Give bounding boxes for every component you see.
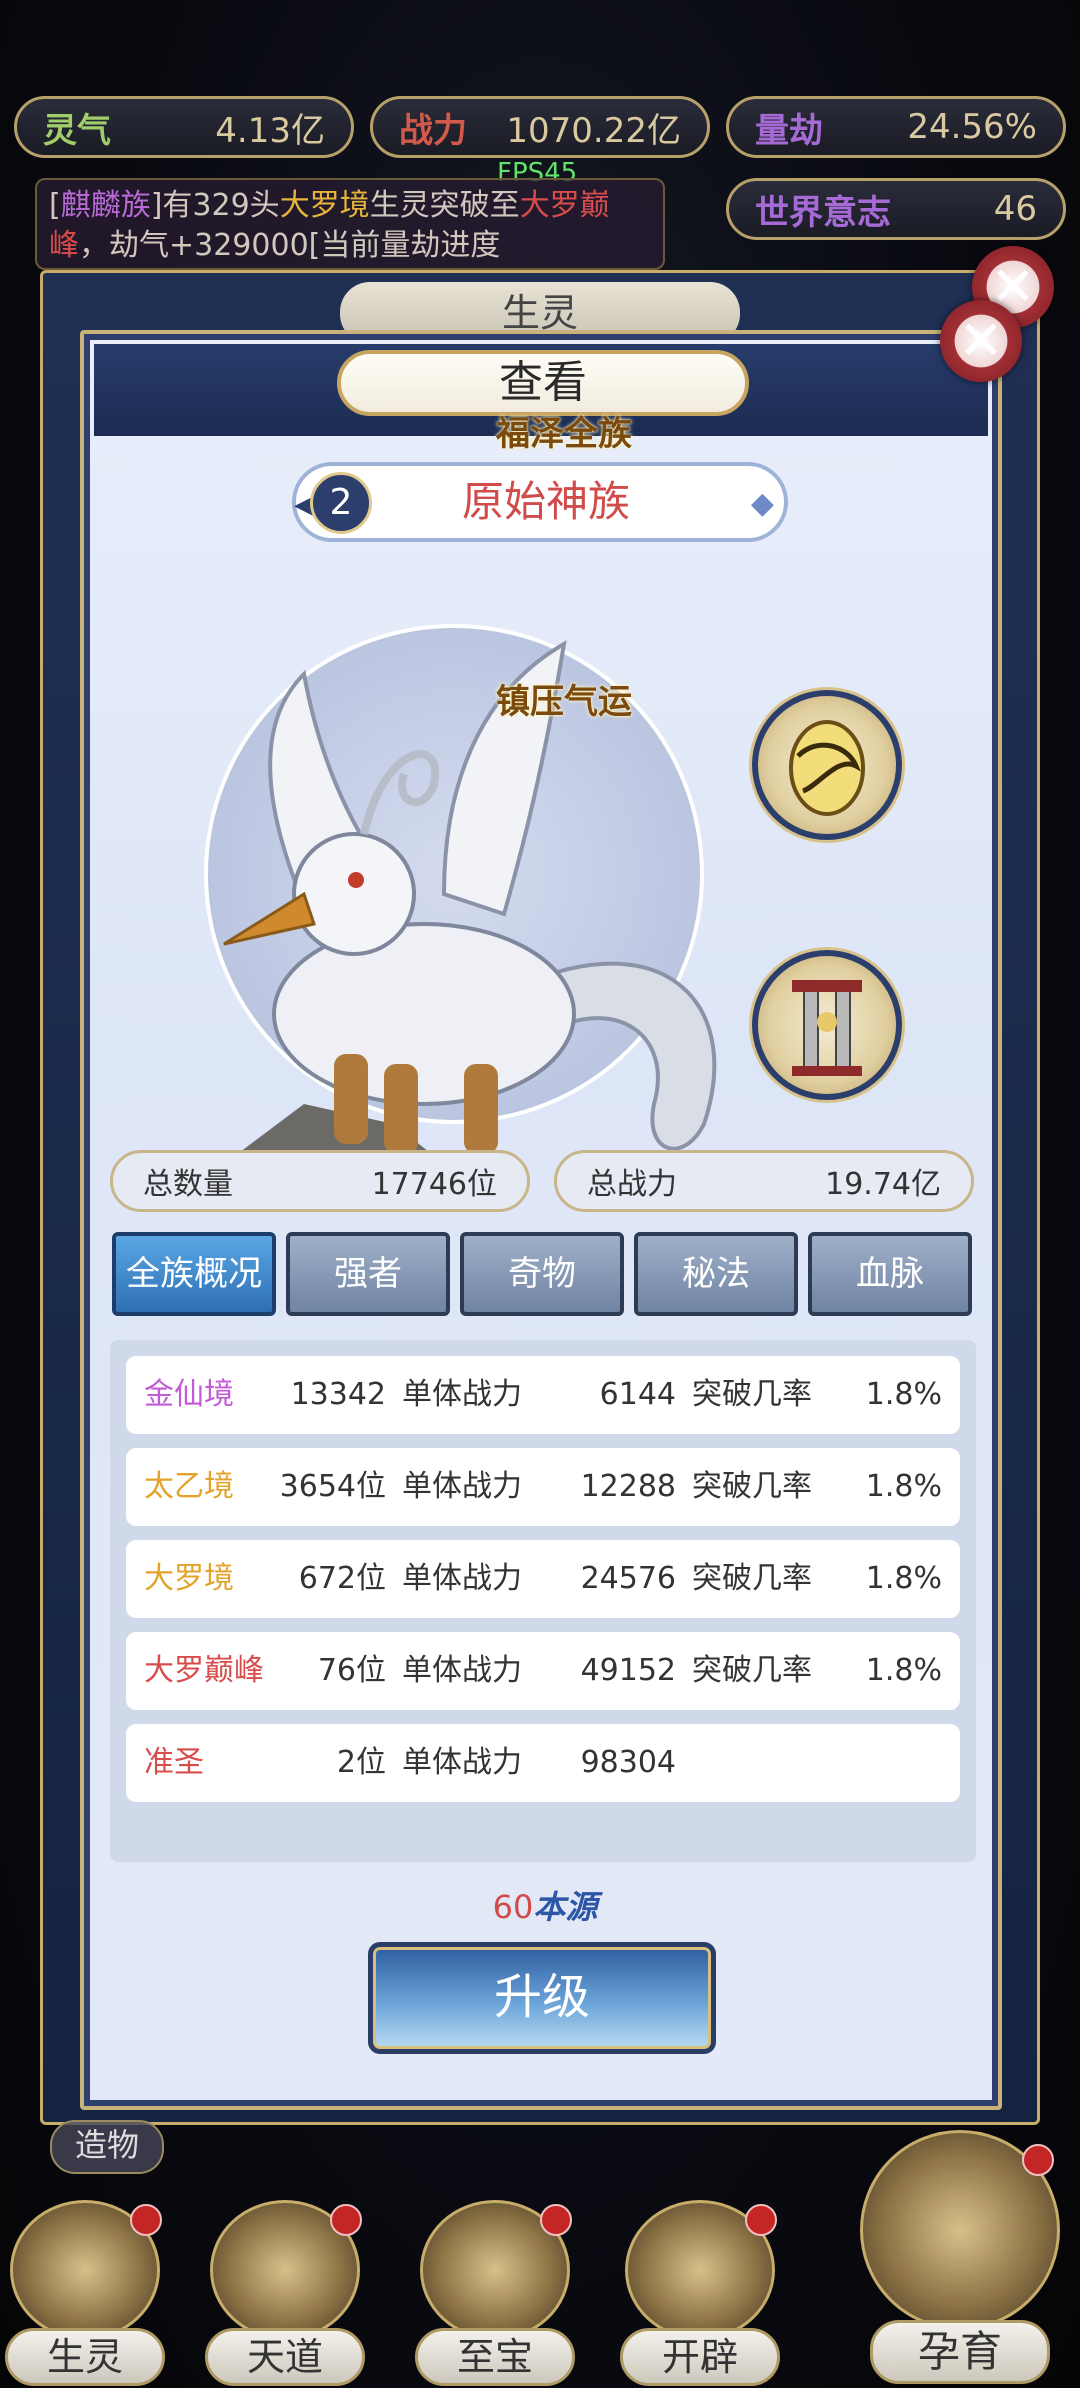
lingqi-label: 灵气 [43,110,111,151]
pillar-seal-glyph [792,980,862,1076]
row-rate: 1.8% [865,1377,942,1412]
badge-title-1: 福泽全族 [496,414,632,454]
nav-item-nurture[interactable]: 孕育 [850,2130,1070,2388]
cost-amount: 60 [492,1888,534,1926]
upgrade-button[interactable]: 升级 [368,1942,716,2054]
creature-portrait [144,564,764,1184]
race-name: 原始神族 [461,477,630,526]
row-power-label: 单体战力 [402,1469,522,1504]
row-power-label: 单体战力 [402,1561,522,1596]
table-row: 大罗巅峰 76位 单体战力 49152 突破几率 1.8% [126,1632,960,1710]
row-rate: 1.8% [865,1469,942,1504]
ticker-text-3: ，劫气+329000[当前量劫进度 [79,228,501,263]
nav-label: 至宝 [415,2328,575,2386]
row-power-label: 单体战力 [402,1377,522,1412]
row-power-label: 单体战力 [402,1745,522,1780]
total-power-value: 19.74亿 [825,1167,941,1202]
ticker-text-2: 生灵突破至 [369,188,520,223]
row-realm: 大罗境 [144,1561,234,1596]
race-index-badge: 2 [310,472,372,534]
upgrade-cost: 60本源 [84,1882,1006,1928]
total-count-pill: 总数量 17746位 [110,1150,530,1212]
total-power-label: 总战力 [587,1167,677,1202]
row-rate-label: 突破几率 [692,1469,812,1504]
badge-title-2: 镇压气运 [496,682,632,722]
golden-egg-icon[interactable] [752,690,902,840]
top-status-bar: 灵气 4.13亿 战力 1070.22亿 量劫 24.56% FPS45 世界意… [0,0,1080,300]
total-count-value: 17746位 [371,1167,497,1202]
golden-egg-glyph [789,720,865,816]
nav-item-treasure[interactable]: 至宝 [410,2200,580,2388]
notification-dot-icon [330,2204,362,2236]
close-icon[interactable]: ✕ [940,300,1022,382]
pillar-seal-icon[interactable] [752,950,902,1100]
table-row: 太乙境 3654位 单体战力 12288 突破几率 1.8% [126,1448,960,1526]
next-arrow-icon[interactable]: ◆ [751,486,774,521]
nav-label: 生灵 [5,2328,165,2386]
creation-side-tab[interactable]: 造物 [50,2120,164,2174]
row-power: 24576 [580,1561,676,1596]
cost-unit: 本源 [533,1888,598,1926]
table-row: 金仙境 13342位 单体战力 6144 突破几率 1.8% [126,1356,960,1490]
row-power: 49152 [580,1653,676,1688]
nav-label: 开辟 [620,2328,780,2386]
griffin-creature-icon [223,640,717,1164]
row-rate-label: 突破几率 [692,1561,812,1596]
zhanli-pill[interactable]: 战力 1070.22亿 [370,96,710,158]
tab-bloodline[interactable]: 血脉 [808,1232,972,1316]
liangjie-pill[interactable]: 量劫 24.56% [726,96,1066,158]
zhanli-label: 战力 [399,110,467,151]
nav-item-beings[interactable]: 生灵 [0,2200,170,2388]
nav-label: 天道 [205,2328,365,2386]
row-count: 3654位 [279,1469,386,1504]
row-realm: 金仙境 [144,1377,234,1412]
ticker-text-1: ]有329头 [150,188,280,223]
row-realm: 大罗巅峰 [144,1653,264,1688]
row-realm: 太乙境 [144,1469,234,1504]
table-row: 准圣 2位 单体战力 98304 [126,1724,960,1802]
row-count: 2位 [336,1745,386,1780]
ticker-realm: 大罗境 [279,188,370,223]
row-rate-label: 突破几率 [692,1653,812,1688]
info-tabs: 全族概况 强者 奇物 秘法 血脉 [112,1232,972,1320]
row-count: 672位 [298,1561,386,1596]
ticker-bracket: [ [49,188,61,223]
lingqi-value: 4.13亿 [215,110,325,151]
total-power-pill: 总战力 19.74亿 [554,1150,974,1212]
row-power-label: 单体战力 [402,1653,522,1688]
world-will-pill[interactable]: 世界意志 46 [726,178,1066,240]
row-rate: 1.8% [865,1653,942,1688]
notification-dot-icon [130,2204,162,2236]
world-will-label: 世界意志 [755,192,891,233]
view-dialog: 查看 ◀ 2 原始神族 ◆ 福泽全族 镇压气运 总数量 17746位 总战力 1… [80,330,1002,2110]
row-rate: 1.8% [865,1561,942,1596]
row-power: 12288 [580,1469,676,1504]
tab-secret-arts[interactable]: 秘法 [634,1232,798,1316]
tab-treasures[interactable]: 奇物 [460,1232,624,1316]
notification-dot-icon [1022,2144,1054,2176]
event-ticker: [麒麟族]有329头大罗境生灵突破至大罗巅峰，劫气+329000[当前量劫进度 [35,178,665,270]
race-selector[interactable]: ◀ 2 原始神族 ◆ [292,462,788,542]
zhanli-value: 1070.22亿 [506,110,681,151]
total-count-label: 总数量 [143,1167,233,1202]
row-count: 76位 [317,1653,386,1688]
row-rate-label: 突破几率 [692,1377,812,1412]
nav-item-create[interactable]: 开辟 [615,2200,785,2388]
table-row: 大罗境 672位 单体战力 24576 突破几率 1.8% [126,1540,960,1618]
notification-dot-icon [540,2204,572,2236]
liangjie-label: 量劫 [755,110,823,151]
liangjie-value: 24.56% [907,107,1037,147]
nav-label: 孕育 [870,2320,1050,2384]
ticker-race: 麒麟族 [60,188,151,223]
lingqi-pill[interactable]: 灵气 4.13亿 [14,96,354,158]
tab-overview[interactable]: 全族概况 [112,1232,276,1316]
row-power: 98304 [580,1745,676,1780]
world-will-value: 46 [993,189,1037,229]
nav-item-heaven[interactable]: 天道 [200,2200,370,2388]
row-realm: 准圣 [144,1745,204,1780]
row-power: 6144 [599,1377,676,1412]
notification-dot-icon [745,2204,777,2236]
tab-strong[interactable]: 强者 [286,1232,450,1316]
realm-table: 金仙境 13342位 单体战力 6144 突破几率 1.8% 太乙境 3654位… [110,1340,976,1862]
